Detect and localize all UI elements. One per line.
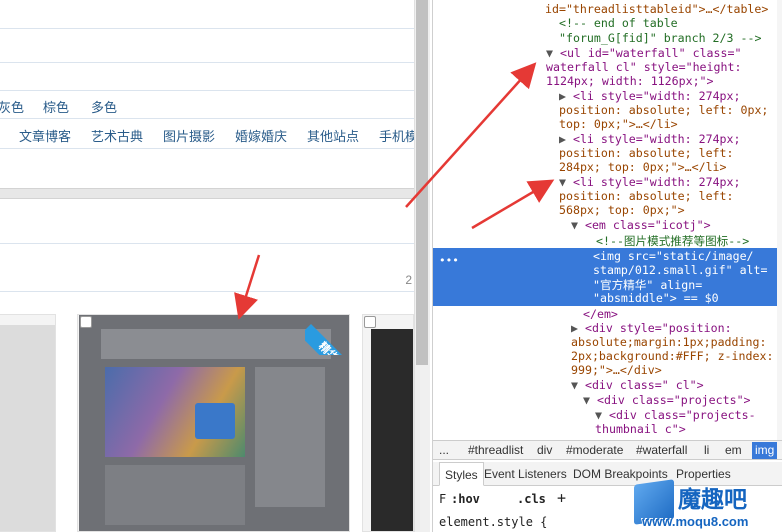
watermark-url: www.moqu8.com: [642, 514, 749, 529]
color-filter-gray[interactable]: 灰色: [0, 97, 24, 116]
watermark-title: 魔趣吧: [678, 487, 747, 513]
class-toggle[interactable]: .cls: [517, 492, 546, 506]
collapse-triangle-icon[interactable]: ▼: [583, 393, 597, 407]
category-art[interactable]: 艺术古典: [91, 126, 143, 145]
category-photo[interactable]: 图片摄影: [163, 126, 215, 145]
dom-line[interactable]: 284px; top: 0px;">…</li>: [559, 160, 727, 174]
elements-tree: id="threadlisttableid">…</table> <!-- en…: [433, 0, 782, 440]
divider: [0, 118, 414, 119]
more-options-icon[interactable]: •••: [439, 254, 459, 267]
dom-line[interactable]: </em>: [583, 307, 618, 321]
new-style-rule-button[interactable]: +: [557, 489, 566, 507]
page-scrollbar-thumb[interactable]: [416, 0, 428, 365]
expand-triangle-icon[interactable]: ▶: [559, 132, 573, 146]
preview-logo-icon: [195, 403, 235, 439]
collapse-triangle-icon[interactable]: ▼: [595, 408, 609, 422]
breadcrumb-li[interactable]: li: [704, 443, 709, 457]
category-mobile[interactable]: 手机模: [379, 126, 414, 145]
forum-page: 灰色 棕色 多色 文章博客 艺术古典 图片摄影 婚嫁婚庆 其他站点 手机模 2 …: [0, 0, 414, 532]
thread-thumbnail[interactable]: [362, 314, 414, 532]
element-style-rule[interactable]: element.style {: [439, 515, 547, 529]
breadcrumb: ... #threadlist div #moderate #waterfall…: [433, 440, 782, 460]
dom-line[interactable]: waterfall cl" style="height:: [546, 60, 741, 74]
select-checkbox[interactable]: [80, 316, 92, 328]
select-checkbox[interactable]: [364, 316, 376, 328]
breadcrumb-img[interactable]: img: [752, 442, 778, 459]
dom-line[interactable]: "absmiddle"> == $0: [593, 291, 719, 305]
divider: [0, 28, 414, 29]
preview-nav: [101, 329, 331, 359]
dom-line[interactable]: position: absolute; left:: [559, 146, 734, 160]
dom-comment[interactable]: <!--图片模式推荐等图标-->: [596, 233, 749, 249]
filter-input[interactable]: F: [439, 492, 446, 506]
dom-line[interactable]: 1124px; width: 1126px;">: [546, 74, 714, 88]
category-other[interactable]: 其他站点: [307, 126, 359, 145]
dom-node-div-position[interactable]: ▶ <div style="position:: [571, 321, 732, 335]
elements-scrollbar[interactable]: [777, 0, 782, 440]
breadcrumb-waterfall[interactable]: #waterfall: [636, 443, 687, 457]
dom-line[interactable]: 999;">…</div>: [571, 363, 662, 377]
devtools-panel: id="threadlisttableid">…</table> <!-- en…: [432, 0, 782, 532]
dom-line[interactable]: 568px; top: 0px;">: [559, 203, 685, 217]
section-separator: [0, 188, 414, 199]
preview-sidebar: [255, 367, 325, 507]
featured-badge-label: 精华: [305, 324, 351, 355]
dom-node-li-2[interactable]: ▶ <li style="width: 274px;: [559, 132, 741, 146]
hover-state-toggle[interactable]: :hov: [451, 492, 480, 506]
dom-line[interactable]: stamp/012.small.gif" alt=: [593, 263, 768, 277]
divider: [0, 62, 414, 63]
divider: [0, 90, 414, 91]
dom-line[interactable]: <img src="static/image/: [593, 249, 754, 263]
breadcrumb-moderate[interactable]: #moderate: [566, 443, 623, 457]
dom-line[interactable]: absolute;margin:1px;padding:: [571, 335, 766, 349]
thumbnail-image: [0, 325, 55, 531]
divider: [0, 243, 414, 244]
site-watermark: 魔趣吧 www.moqu8.com: [632, 478, 782, 532]
breadcrumb-div[interactable]: div: [537, 443, 552, 457]
dom-comment[interactable]: "forum_G[fid]" branch 2/3 -->: [559, 31, 761, 45]
dom-node-li-1[interactable]: ▶ <li style="width: 274px;: [559, 89, 741, 103]
divider: [0, 148, 414, 149]
color-filter-brown[interactable]: 棕色: [43, 97, 69, 116]
dom-node-div-thumbnail[interactable]: ▼ <div class="projects-: [595, 408, 756, 422]
dom-line[interactable]: 2px;background:#FFF; z-index:: [571, 349, 773, 363]
dom-line[interactable]: top: 0px;">…</li>: [559, 117, 678, 131]
thread-thumbnail[interactable]: [0, 314, 56, 532]
thumbnail-image: [371, 329, 413, 531]
expand-triangle-icon[interactable]: ▶: [559, 89, 573, 103]
preview-content: [105, 465, 245, 525]
category-blog[interactable]: 文章博客: [19, 126, 71, 145]
collapse-triangle-icon[interactable]: ▼: [546, 46, 560, 60]
tab-event-listeners[interactable]: Event Listeners: [484, 467, 567, 481]
dom-node-li-3[interactable]: ▼ <li style="width: 274px;: [559, 175, 741, 189]
color-filter-multi[interactable]: 多色: [91, 97, 117, 116]
dom-line[interactable]: id="threadlisttableid">…</table>: [545, 2, 768, 16]
dom-line[interactable]: thumbnail c">: [595, 422, 686, 436]
dom-node-ul-waterfall[interactable]: ▼ <ul id="waterfall" class=": [546, 46, 741, 60]
selected-dom-node-img[interactable]: ••• <img src="static/image/ stamp/012.sm…: [433, 248, 782, 306]
dom-node-em-icotj[interactable]: ▼ <em class="icotj">: [571, 218, 711, 232]
dom-line[interactable]: position: absolute; left: 0px;: [559, 103, 768, 117]
tab-styles[interactable]: Styles: [439, 462, 484, 486]
dom-comment[interactable]: <!-- end of table: [559, 16, 678, 30]
featured-badge: 精华: [305, 315, 351, 355]
dom-line[interactable]: position: absolute; left:: [559, 189, 734, 203]
expand-triangle-icon[interactable]: ▶: [571, 321, 585, 335]
breadcrumb-threadlist[interactable]: #threadlist: [468, 443, 523, 457]
category-wedding[interactable]: 婚嫁婚庆: [235, 126, 287, 145]
dom-node-div-cl[interactable]: ▼ <div class=" cl">: [571, 378, 704, 392]
collapse-triangle-icon[interactable]: ▼: [571, 218, 585, 232]
collapse-triangle-icon[interactable]: ▼: [559, 175, 573, 189]
breadcrumb-more[interactable]: ...: [439, 443, 449, 457]
divider: [0, 291, 414, 292]
breadcrumb-em[interactable]: em: [725, 443, 742, 457]
page-number[interactable]: 2: [405, 273, 412, 287]
dom-node-div-projects[interactable]: ▼ <div class="projects">: [583, 393, 751, 407]
collapse-triangle-icon[interactable]: ▼: [571, 378, 585, 392]
